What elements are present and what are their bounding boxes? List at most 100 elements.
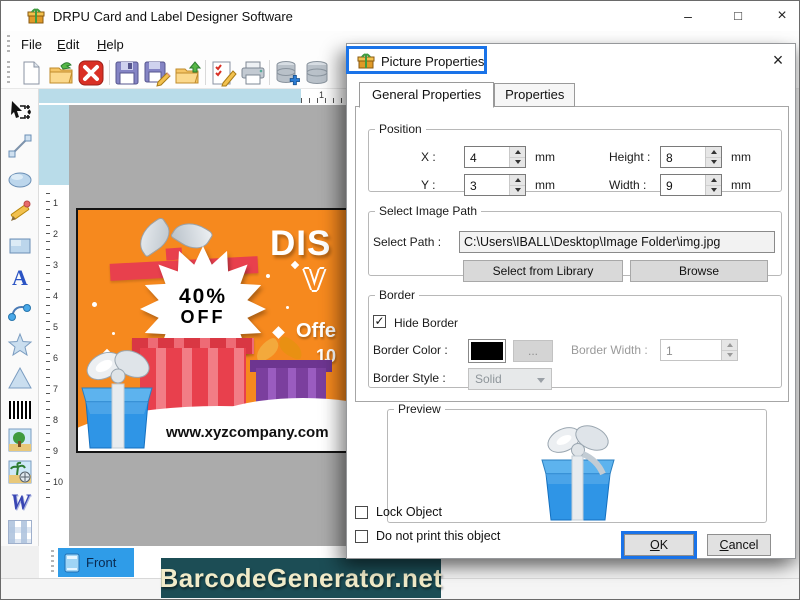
y-label: Y : bbox=[421, 178, 435, 192]
hide-border-checkbox[interactable]: ✓ bbox=[373, 315, 386, 328]
ok-button[interactable]: OK bbox=[624, 534, 694, 556]
width-spinner[interactable]: 9 bbox=[660, 174, 722, 196]
preview-gift-image bbox=[528, 420, 628, 528]
no-print-row: Do not print this object bbox=[355, 529, 500, 543]
ruler-number: 1 bbox=[53, 198, 67, 208]
lock-object-checkbox[interactable] bbox=[355, 506, 368, 519]
spin-down[interactable] bbox=[706, 158, 721, 168]
preview-group: Preview bbox=[387, 402, 767, 523]
image-path-input[interactable] bbox=[459, 231, 775, 253]
width-label: Width : bbox=[609, 178, 646, 192]
toolbar-separator bbox=[109, 60, 110, 85]
width-unit: mm bbox=[731, 178, 751, 192]
dialog-gift-icon bbox=[357, 52, 375, 70]
ruler-number: 2 bbox=[53, 229, 67, 239]
close-button[interactable]: × bbox=[767, 5, 797, 27]
chevron-down-icon bbox=[537, 378, 545, 383]
ruler-number: 6 bbox=[53, 353, 67, 363]
picture-tool-icon[interactable] bbox=[5, 425, 35, 455]
barcode-tool-icon[interactable] bbox=[5, 395, 35, 425]
border-style-label: Border Style : bbox=[373, 371, 446, 385]
height-label: Height : bbox=[609, 150, 650, 164]
select-from-library-button[interactable]: Select from Library bbox=[463, 260, 623, 282]
spin-down[interactable] bbox=[706, 186, 721, 196]
spin-up[interactable] bbox=[706, 175, 721, 186]
pencil-icon[interactable] bbox=[5, 197, 35, 227]
spin-up[interactable] bbox=[510, 147, 525, 158]
triangle-icon[interactable] bbox=[5, 363, 35, 393]
x-spinner[interactable]: 4 bbox=[464, 146, 526, 168]
dialog-title: Picture Properties bbox=[381, 54, 484, 69]
voucher-card[interactable]: DIS V Offe 10 40% OFF bbox=[76, 208, 348, 453]
ruler-number: 4 bbox=[53, 291, 67, 301]
save-file-icon[interactable] bbox=[113, 59, 141, 87]
border-legend: Border bbox=[375, 288, 419, 302]
window-title: DRPU Card and Label Designer Software bbox=[53, 9, 293, 24]
border-color-swatch[interactable] bbox=[468, 339, 506, 363]
y-spinner[interactable]: 3 bbox=[464, 174, 526, 196]
menu-help[interactable]: Help bbox=[93, 35, 128, 54]
spin-up[interactable] bbox=[510, 175, 525, 186]
menubar-grip[interactable] bbox=[7, 35, 10, 52]
clipart-tool-icon[interactable] bbox=[5, 457, 35, 487]
browse-button[interactable]: Browse bbox=[630, 260, 768, 282]
tab-properties[interactable]: Properties bbox=[494, 83, 575, 107]
x-unit: mm bbox=[535, 150, 555, 164]
border-width-label: Border Width : bbox=[571, 343, 648, 357]
dialog-close-icon[interactable]: × bbox=[767, 49, 789, 71]
cancel-button[interactable]: Cancel bbox=[707, 534, 771, 556]
position-group: Position X : 4 mm Height : 8 mm Y : 3 mm… bbox=[368, 122, 782, 192]
export-file-icon[interactable] bbox=[173, 59, 201, 87]
ruler-number: 5 bbox=[53, 322, 67, 332]
position-legend: Position bbox=[375, 122, 426, 136]
tabbar-grip[interactable] bbox=[51, 550, 54, 574]
spin-up[interactable] bbox=[706, 147, 721, 158]
tab-front[interactable]: Front bbox=[58, 548, 134, 577]
rectangle-icon[interactable] bbox=[5, 231, 35, 261]
star-icon[interactable] bbox=[5, 330, 35, 360]
height-spinner[interactable]: 8 bbox=[660, 146, 722, 168]
line-icon[interactable] bbox=[5, 131, 35, 161]
new-document-icon[interactable] bbox=[17, 59, 45, 87]
pattern-tool-icon[interactable] bbox=[5, 517, 35, 547]
vertical-ruler: 1 2 3 4 5 6 7 8 9 10 bbox=[39, 105, 69, 546]
tab-general-properties[interactable]: General Properties bbox=[359, 82, 494, 108]
preview-legend: Preview bbox=[394, 402, 445, 416]
menu-file[interactable]: File bbox=[17, 35, 46, 54]
maximize-button[interactable]: □ bbox=[723, 5, 753, 27]
select-move-icon[interactable] bbox=[5, 97, 35, 127]
open-file-icon[interactable] bbox=[47, 59, 75, 87]
badge-off: OFF bbox=[140, 308, 266, 327]
picture-properties-dialog: Picture Properties × General Properties … bbox=[346, 43, 796, 559]
border-color-label: Border Color : bbox=[373, 343, 448, 357]
no-print-checkbox[interactable] bbox=[355, 530, 368, 543]
database-icon[interactable] bbox=[303, 59, 331, 87]
ruler-number: 1 bbox=[319, 90, 324, 100]
print-icon[interactable] bbox=[239, 59, 267, 87]
wordart-tool-icon[interactable]: W bbox=[5, 487, 35, 517]
app-logo-icon bbox=[27, 7, 45, 25]
add-database-icon[interactable] bbox=[273, 59, 301, 87]
color-picker-button[interactable]: ... bbox=[513, 340, 553, 362]
toolbar-grip[interactable] bbox=[7, 61, 10, 84]
card-website: www.xyzcompany.com bbox=[166, 424, 329, 441]
toolbar-separator bbox=[269, 60, 270, 85]
y-unit: mm bbox=[535, 178, 555, 192]
close-file-icon[interactable] bbox=[77, 59, 105, 87]
spin-down[interactable] bbox=[510, 186, 525, 196]
title-bar: DRPU Card and Label Designer Software – … bbox=[1, 1, 800, 31]
save-as-icon[interactable] bbox=[143, 59, 171, 87]
ellipse-icon[interactable] bbox=[5, 165, 35, 195]
lock-object-row: Lock Object bbox=[355, 505, 442, 519]
border-group: Border ✓ Hide Border Border Color : ... … bbox=[368, 288, 782, 388]
page-setup-icon[interactable] bbox=[209, 59, 237, 87]
minimize-button[interactable]: – bbox=[673, 5, 703, 27]
curve-icon[interactable] bbox=[5, 297, 35, 327]
ruler-number: 10 bbox=[53, 477, 67, 487]
text-tool-icon[interactable]: A bbox=[5, 263, 35, 293]
app-window: DRPU Card and Label Designer Software – … bbox=[0, 0, 800, 600]
spin-down[interactable] bbox=[510, 158, 525, 168]
badge-percent: 40% bbox=[140, 286, 266, 308]
design-canvas[interactable]: DIS V Offe 10 40% OFF bbox=[69, 105, 346, 546]
menu-edit[interactable]: Edit bbox=[53, 35, 83, 54]
